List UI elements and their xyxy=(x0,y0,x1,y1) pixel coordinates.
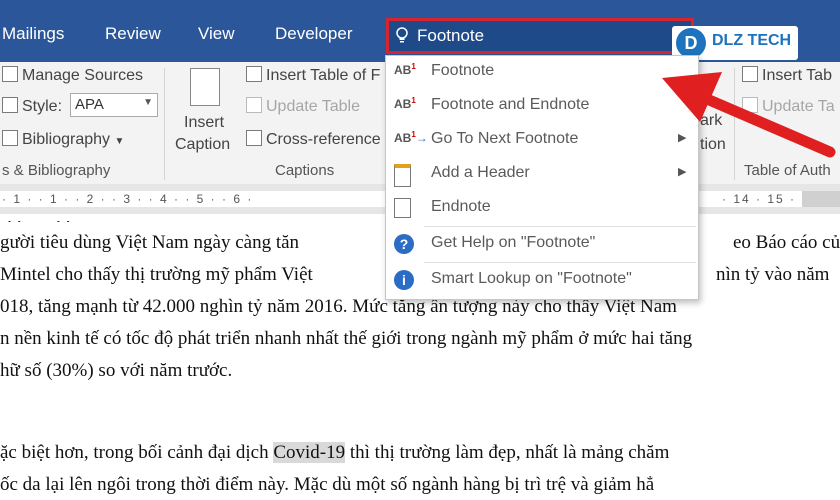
annotation-arrow-icon xyxy=(662,72,836,158)
